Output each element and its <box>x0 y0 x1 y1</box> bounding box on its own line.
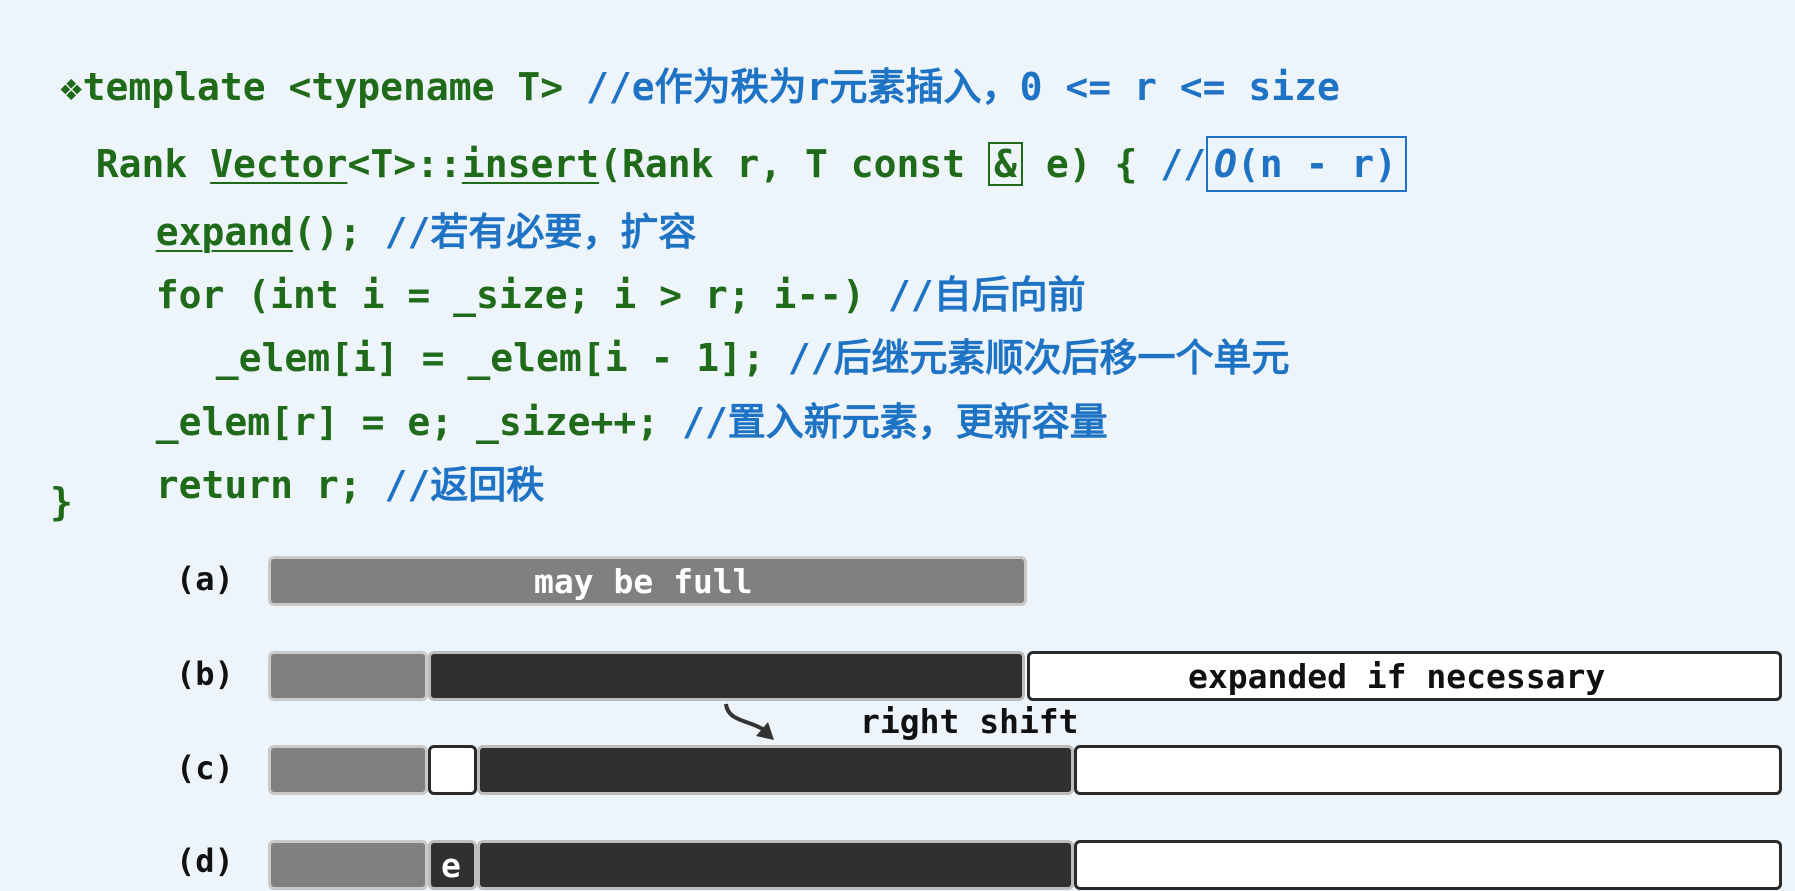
row-b-label: (b) <box>176 655 234 693</box>
complexity-box: O(n - r) <box>1205 136 1408 192</box>
row-c-label: (c) <box>176 749 234 787</box>
row-d-elem-text: e <box>441 846 461 885</box>
assign-comment: //置入新元素，更新容量 <box>681 400 1108 444</box>
row-a-text: may be full <box>534 562 753 601</box>
row-b-suffix-block <box>428 651 1025 701</box>
row-c-vacant-slot <box>428 745 477 795</box>
row-c-prefix-block <box>268 745 428 795</box>
code-line-return: return r; //返回秩 <box>155 463 545 507</box>
row-a-label: (a) <box>176 560 234 598</box>
row-c-free-block <box>1074 745 1782 795</box>
row-b-text: expanded if necessary <box>1188 657 1606 696</box>
row-d-shifted-block <box>477 840 1074 890</box>
reference-amp-box: & <box>988 142 1023 186</box>
row-b-prefix-block <box>268 651 428 701</box>
row-d-label: (d) <box>176 842 234 880</box>
closing-brace: } <box>50 480 73 524</box>
return-comment: //返回秩 <box>384 463 545 507</box>
row-d-free-block <box>1074 840 1782 890</box>
row-c-shifted-block <box>477 745 1074 795</box>
row-d-prefix-block <box>268 840 428 890</box>
right-shift-label: right shift <box>860 702 1079 741</box>
curved-arrow-icon <box>724 703 774 740</box>
